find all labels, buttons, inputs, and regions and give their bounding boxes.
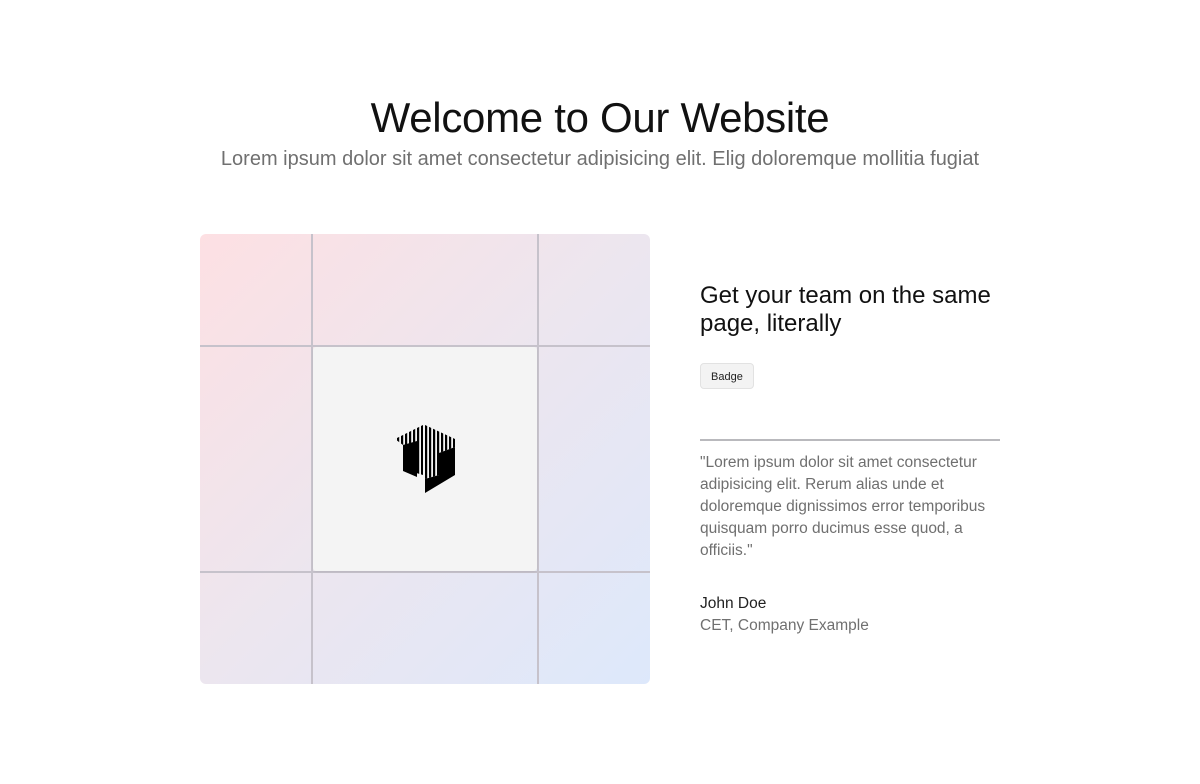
- grid-line: [537, 234, 539, 684]
- author-name: John Doe: [700, 595, 767, 612]
- striped-cube-logo-icon: [395, 425, 455, 493]
- divider: [700, 439, 1000, 441]
- logo-card: [313, 347, 537, 571]
- author-role: CET, Company Example: [700, 617, 869, 634]
- badge: Badge: [700, 363, 754, 389]
- testimonial-quote: "Lorem ipsum dolor sit amet consectetur …: [700, 454, 986, 559]
- feature-heading: Get your team on the same page, literall…: [700, 282, 991, 337]
- grid-line: [200, 571, 650, 573]
- feature-visual: [200, 234, 650, 684]
- page-title: Welcome to Our Website: [370, 94, 830, 141]
- page-subtitle: Lorem ipsum dolor sit amet consectetur a…: [220, 148, 980, 170]
